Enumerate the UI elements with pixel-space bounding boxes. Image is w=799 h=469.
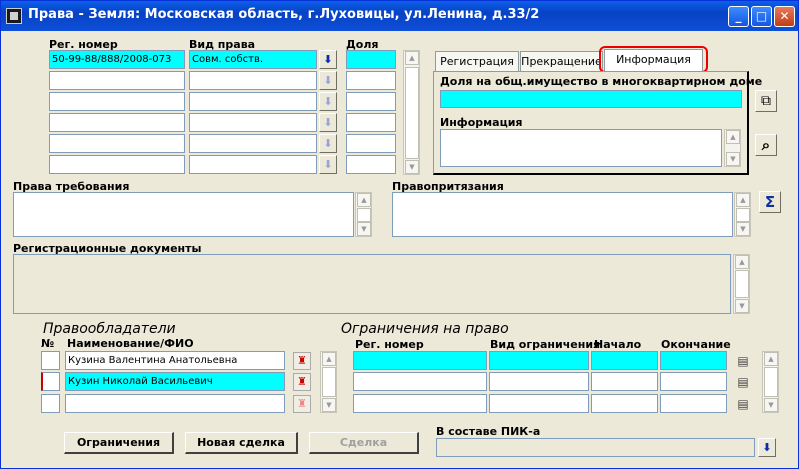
person-icon[interactable]: ♜ <box>293 373 311 391</box>
claims-textarea[interactable] <box>13 192 354 237</box>
tab-highlight-marker <box>599 46 708 73</box>
limits-col-start: Начало <box>594 338 642 351</box>
main-window: Права - Земля: Московская область, г.Лух… <box>0 0 799 469</box>
holders-scrollbar[interactable]: ▲ ▼ <box>320 351 337 413</box>
limit-kind-field[interactable] <box>489 394 589 413</box>
rights-row-kind[interactable] <box>189 71 317 90</box>
kind-dropdown-button[interactable]: ⬇ <box>319 71 337 90</box>
rights-row-reg[interactable] <box>49 71 185 90</box>
limits-title: Ограничения на право <box>341 321 509 337</box>
rights-row-share[interactable] <box>346 155 396 174</box>
person-icon[interactable]: ♜ <box>293 352 311 370</box>
holder-name-field[interactable]: Кузина Валентина Анатольевна <box>65 351 285 370</box>
limit-start-field[interactable] <box>591 372 658 391</box>
limit-reg-field[interactable] <box>353 351 487 370</box>
limit-end-field[interactable] <box>660 372 727 391</box>
holder-name-field[interactable]: Кузин Николай Васильевич <box>65 372 285 391</box>
share-common-label: Доля на общ.имущество в многоквартирном … <box>440 75 763 88</box>
limit-kind-field[interactable] <box>489 351 589 370</box>
info-scrollbar[interactable]: ▲ ▼ <box>724 129 741 167</box>
rights-row-reg[interactable] <box>49 92 185 111</box>
limits-button[interactable]: Ограничения <box>64 432 174 454</box>
limits-col-kind: Вид ограничения <box>490 338 601 351</box>
holders-col-num: № <box>41 337 55 350</box>
rights-row-share[interactable] <box>346 92 396 111</box>
rights-row-kind[interactable] <box>189 113 317 132</box>
tab-termination[interactable]: Прекращение <box>520 51 603 71</box>
tab-registration[interactable]: Регистрация <box>435 51 519 71</box>
pik-field[interactable] <box>436 438 755 457</box>
title-bar[interactable]: Права - Земля: Московская область, г.Лух… <box>1 1 798 31</box>
limits-col-reg: Рег. номер <box>355 338 424 351</box>
rights-row-kind[interactable] <box>189 155 317 174</box>
deal-button[interactable]: Сделка <box>309 432 419 454</box>
rights-row-reg[interactable] <box>49 155 185 174</box>
info-label: Информация <box>440 116 523 129</box>
share-common-field[interactable] <box>440 90 742 108</box>
close-button[interactable]: ✕ <box>774 6 795 27</box>
rights-row-share[interactable] <box>346 134 396 153</box>
rights-row-reg[interactable] <box>49 134 185 153</box>
pik-label: В составе ПИК-а <box>436 425 541 438</box>
rights-row-kind[interactable] <box>189 134 317 153</box>
copy-icon[interactable]: ⧉ <box>755 90 777 112</box>
pretensions-scrollbar[interactable]: ▲ ▼ <box>734 192 751 237</box>
rights-row-share[interactable] <box>346 50 396 69</box>
kind-dropdown-button[interactable]: ⬇ <box>319 113 337 132</box>
limit-start-field[interactable] <box>591 351 658 370</box>
kind-dropdown-button[interactable]: ⬇ <box>319 50 337 69</box>
regdocs-area[interactable] <box>13 254 731 314</box>
limit-kind-field[interactable] <box>489 372 589 391</box>
new-deal-button[interactable]: Новая сделка <box>185 432 298 454</box>
claims-scrollbar[interactable]: ▲ ▼ <box>355 192 372 237</box>
rights-row-share[interactable] <box>346 71 396 90</box>
rights-row-kind[interactable]: Совм. собств. <box>189 50 317 69</box>
rights-row-share[interactable] <box>346 113 396 132</box>
limits-scrollbar[interactable]: ▲ ▼ <box>762 351 779 413</box>
regdocs-scrollbar[interactable]: ▲ ▼ <box>733 254 750 314</box>
sum-icon[interactable]: Σ <box>759 191 781 213</box>
kind-dropdown-button[interactable]: ⬇ <box>319 155 337 174</box>
holders-title: Правообладатели <box>43 321 176 337</box>
document-icon[interactable]: ▤ <box>734 395 752 413</box>
person-icon[interactable]: ♜ <box>293 395 311 413</box>
limits-col-end: Окончание <box>661 338 731 351</box>
limit-reg-field[interactable] <box>353 394 487 413</box>
pretensions-textarea[interactable] <box>392 192 733 237</box>
holders-col-name: Наименование/ФИО <box>67 337 194 350</box>
holder-row-checkbox[interactable] <box>41 372 60 391</box>
limit-end-field[interactable] <box>660 351 727 370</box>
rights-scrollbar[interactable]: ▲ ▼ <box>403 50 420 175</box>
app-icon <box>6 8 22 24</box>
limit-end-field[interactable] <box>660 394 727 413</box>
document-icon[interactable]: ▤ <box>734 352 752 370</box>
kind-dropdown-button[interactable]: ⬇ <box>319 92 337 111</box>
holder-row-checkbox[interactable] <box>41 351 60 370</box>
pik-dropdown-button[interactable]: ⬇ <box>758 438 776 457</box>
rights-row-reg[interactable]: 50-99-88/888/2008-073 <box>49 50 185 69</box>
window-title: Права - Земля: Московская область, г.Лух… <box>28 7 540 22</box>
search-icon[interactable]: ⌕ <box>755 134 777 156</box>
rights-row-reg[interactable] <box>49 113 185 132</box>
limit-start-field[interactable] <box>591 394 658 413</box>
holder-row-checkbox[interactable] <box>41 394 60 413</box>
info-textarea[interactable] <box>440 129 722 167</box>
limit-reg-field[interactable] <box>353 372 487 391</box>
minimize-button[interactable]: _ <box>728 6 749 27</box>
maximize-button[interactable]: □ <box>751 6 772 27</box>
rights-row-kind[interactable] <box>189 92 317 111</box>
kind-dropdown-button[interactable]: ⬇ <box>319 134 337 153</box>
document-icon[interactable]: ▤ <box>734 373 752 391</box>
holder-name-field[interactable] <box>65 394 285 413</box>
tab-panel: Доля на общ.имущество в многоквартирном … <box>433 71 762 175</box>
